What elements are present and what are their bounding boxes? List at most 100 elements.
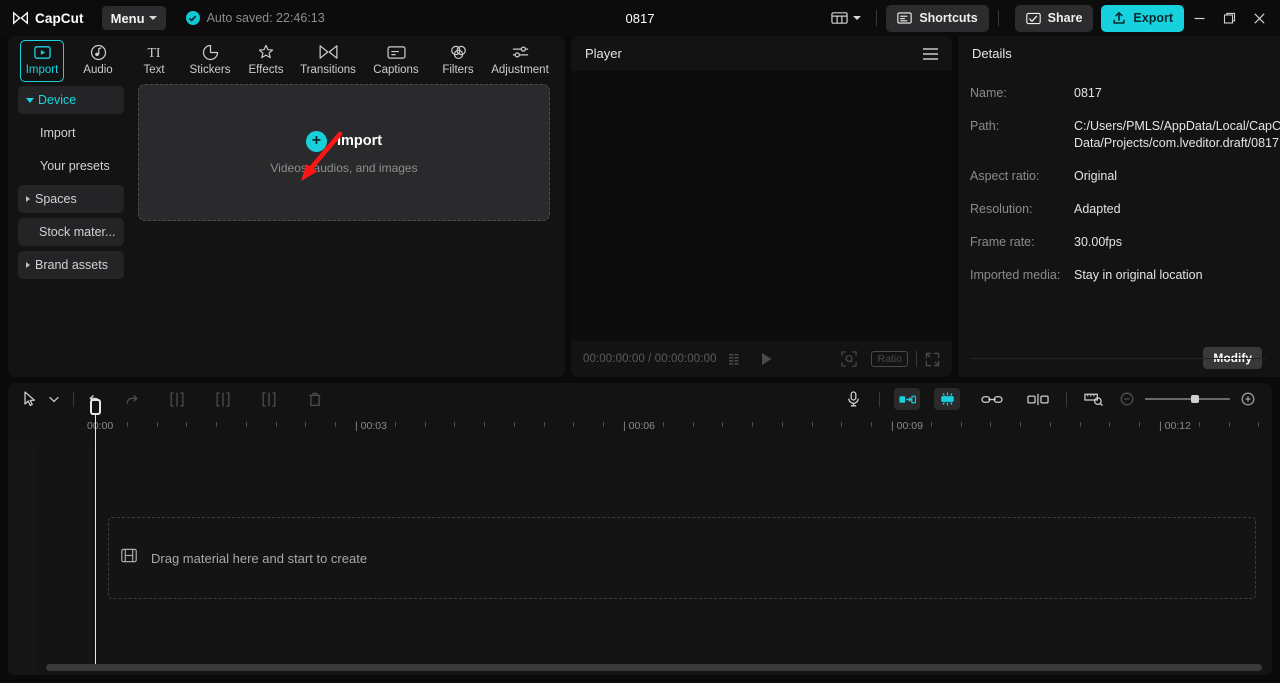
effects-icon [257,43,275,61]
layout-icon [831,11,848,25]
details-key: Path: [970,118,1074,152]
tab-import[interactable]: Import [14,39,70,77]
autosave-label: Auto saved: 22:46:13 [207,11,325,25]
sidebar-item-device[interactable]: Device [18,86,124,114]
ruler-tick [216,422,217,427]
details-key: Frame rate: [970,234,1074,251]
sidebar-item-brand-assets[interactable]: Brand assets [18,251,124,279]
ruler-tick [990,422,991,427]
details-value: Original [1074,168,1117,185]
trim-left-button[interactable] [211,387,235,411]
timeline-panel: 00:00| 00:03| 00:06| 00:09| 00:12 Drag m… [8,383,1272,675]
playhead-grip[interactable] [90,399,101,415]
fullscreen-icon[interactable] [925,352,940,367]
ruler-label: 00:00 [87,420,113,432]
select-tool-dropdown[interactable] [42,387,66,411]
import-dropzone-title: Import [337,133,382,149]
ruler-tick [1229,422,1230,427]
media-panel: Import Audio TI Text [8,36,565,377]
zoom-slider-knob[interactable] [1191,395,1199,403]
tab-adjustment[interactable]: Adjustment [486,39,554,77]
sidebar-item-your-presets[interactable]: Your presets [18,152,124,180]
ruler-tick [186,422,187,427]
delete-button[interactable] [303,387,327,411]
playhead[interactable] [95,415,96,667]
export-button[interactable]: Export [1101,5,1184,32]
redo-button[interactable] [119,387,143,411]
minimize-button[interactable] [1184,4,1214,32]
player-panel: Player 00:00:00:00 / 00:00:00:00 Ratio [571,36,952,377]
brand-label: CapCut [35,11,84,26]
tab-effects[interactable]: Effects [238,39,294,77]
trim-right-button[interactable] [257,387,281,411]
magnetic-snap-toggle[interactable] [934,388,960,410]
plus-icon: + [306,131,327,152]
tab-text[interactable]: TI Text [126,39,182,77]
player-stage[interactable] [571,71,952,341]
zoom-fit-icon[interactable] [841,351,857,367]
film-strip-icon [121,548,137,568]
shortcuts-button[interactable]: Shortcuts [886,5,988,32]
chevron-down-icon [149,16,157,20]
ruler-tick [1020,422,1021,427]
auto-fill-toggle[interactable] [894,388,920,410]
frames-icon[interactable] [729,353,744,366]
tab-stickers-label: Stickers [190,63,231,77]
sidebar-item-import-label: Import [40,126,75,140]
upper-region: Import Audio TI Text [0,36,1280,379]
timeline-horizontal-scrollbar[interactable] [46,664,1262,671]
empty-track-label: Drag material here and start to create [151,551,367,566]
tab-stickers[interactable]: Stickers [182,39,238,77]
sidebar-item-stock-materials[interactable]: Stock mater... [18,218,124,246]
play-button[interactable] [760,352,773,366]
close-button[interactable] [1244,4,1274,32]
link-toggle[interactable] [978,387,1006,411]
sidebar-item-import[interactable]: Import [18,119,124,147]
tab-transitions[interactable]: Transitions [294,39,362,77]
split-clip-toggle[interactable] [1024,387,1052,411]
import-cta: + Import [306,131,382,152]
divider [1066,392,1067,407]
player-header: Player [571,36,952,71]
ruler-tick [335,422,336,427]
ruler-tick [1109,422,1110,427]
tab-transitions-label: Transitions [300,63,356,77]
ruler-tick [1080,422,1081,427]
divider [970,358,1266,359]
ruler-tick [722,422,723,427]
import-dropzone-subtitle: Videos, audios, and images [270,161,417,175]
ruler-preview-button[interactable] [1081,387,1107,411]
import-dropzone[interactable]: + Import Videos, audios, and images [138,84,550,221]
ruler-tick [1258,422,1259,427]
tab-captions[interactable]: Captions [362,39,430,77]
timeline-ruler[interactable]: 00:00| 00:03| 00:06| 00:09| 00:12 [8,415,1272,441]
timeline-toolbar [8,383,1272,415]
tab-filters[interactable]: Filters [430,39,486,77]
ruler-tick [395,422,396,427]
select-tool-button[interactable] [18,387,42,411]
details-value: 0817 [1074,85,1102,102]
zoom-slider[interactable] [1145,398,1230,400]
details-row-resolution: Resolution: Adapted [970,201,1262,218]
menu-button[interactable]: Menu [102,6,166,30]
share-button[interactable]: Share [1015,5,1094,32]
svg-text:TI: TI [148,45,161,60]
split-button[interactable] [165,387,189,411]
zoom-in-button[interactable] [1236,387,1260,411]
tab-audio[interactable]: Audio [70,39,126,77]
sidebar-item-spaces[interactable]: Spaces [18,185,124,213]
details-header: Details [958,36,1280,71]
player-menu-button[interactable] [923,48,938,60]
minimize-icon [1193,12,1206,25]
empty-track-dropzone[interactable]: Drag material here and start to create [108,517,1256,599]
ruler-label: | 00:03 [355,420,387,432]
sidebar-item-brand-assets-label: Brand assets [35,258,108,272]
layout-button[interactable] [825,7,867,29]
audio-icon [90,43,107,61]
ratio-button[interactable]: Ratio [871,351,908,367]
microphone-button[interactable] [841,387,865,411]
maximize-button[interactable] [1214,4,1244,32]
zoom-out-button[interactable] [1115,387,1139,411]
media-panel-body: Device Import Your presets Spaces Stock … [8,80,565,377]
ruler-tick [425,422,426,427]
